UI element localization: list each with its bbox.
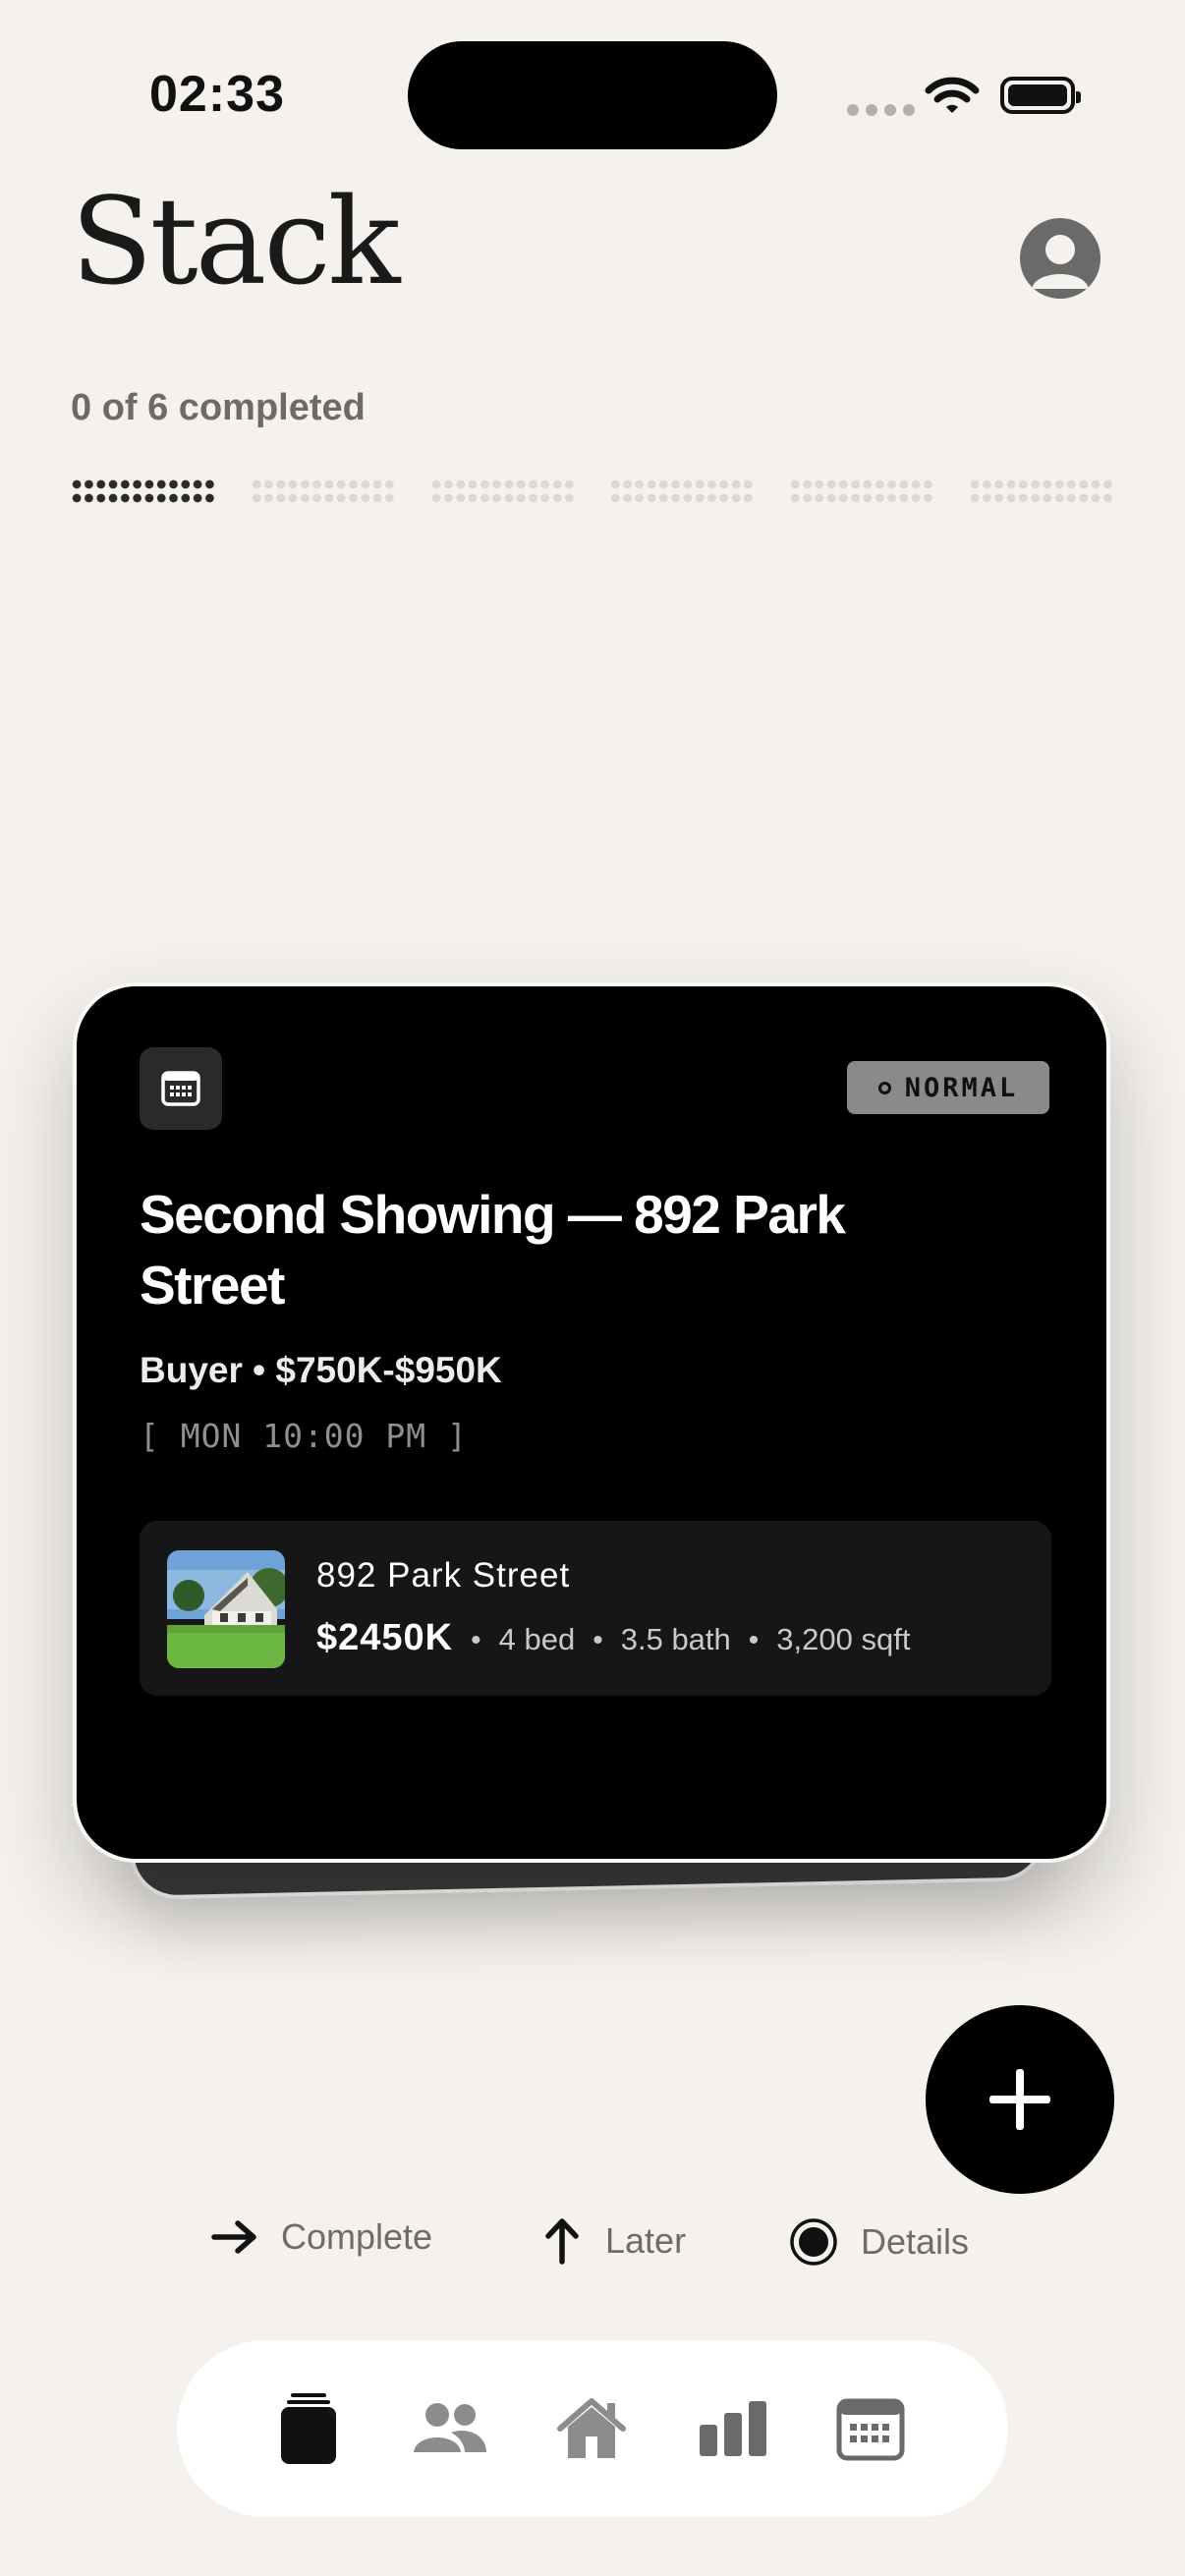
hint-details-label: Details <box>861 2221 970 2262</box>
property-row[interactable]: 892 Park Street $2450K • 4 bed • 3.5 bat… <box>140 1521 1051 1696</box>
property-beds: 4 bed <box>498 1622 576 1656</box>
calendar-icon <box>836 2398 905 2461</box>
task-card[interactable]: NORMAL Second Showing — 892 Park Street … <box>73 982 1110 1863</box>
house-icon <box>557 2398 626 2458</box>
cellular-signal-icon <box>847 104 915 116</box>
people-icon <box>414 2403 486 2452</box>
property-sqft: 3,200 sqft <box>776 1622 911 1656</box>
arrow-right-icon <box>211 2220 256 2254</box>
arrow-up-icon <box>545 2218 579 2265</box>
progress-segment-6 <box>968 477 1114 505</box>
bar-chart-icon <box>700 2401 766 2456</box>
separator-dot: • <box>748 1624 760 1656</box>
tab-stats[interactable] <box>684 2380 782 2478</box>
progress-segment-2 <box>250 477 396 505</box>
priority-badge: NORMAL <box>847 1061 1049 1114</box>
circle-icon <box>877 1081 891 1094</box>
page-title: Stack <box>71 172 401 311</box>
property-name: 892 Park Street <box>316 1556 571 1595</box>
card-time: [ MON 10:00 PM ] <box>140 1417 468 1455</box>
tab-home[interactable] <box>542 2380 641 2478</box>
battery-icon <box>1000 77 1081 114</box>
property-meta: $2450K • 4 bed • 3.5 bath • 3,200 sqft <box>316 1617 910 1659</box>
tab-bar <box>177 2340 1008 2517</box>
calendar-icon <box>140 1047 222 1130</box>
profile-avatar-button[interactable] <box>1020 218 1100 299</box>
priority-label: NORMAL <box>904 1072 1019 1103</box>
tap-circle-icon <box>790 2218 837 2266</box>
property-baths: 3.5 bath <box>620 1622 731 1656</box>
property-thumbnail <box>167 1550 285 1668</box>
hint-details: Details <box>788 2216 969 2268</box>
separator-dot: • <box>471 1624 481 1656</box>
progress-segment-4 <box>609 477 756 505</box>
property-price: $2450K <box>316 1617 454 1658</box>
person-icon <box>1032 235 1089 289</box>
progress-segment-3 <box>429 477 576 505</box>
tab-stack[interactable] <box>259 2380 358 2478</box>
hint-complete: Complete <box>210 2216 432 2258</box>
progress-segments <box>71 477 1114 505</box>
hint-complete-label: Complete <box>281 2216 433 2257</box>
hint-later-label: Later <box>605 2220 687 2261</box>
progress-segment-5 <box>789 477 935 505</box>
hint-later: Later <box>540 2216 686 2266</box>
progress-text: 0 of 6 completed <box>71 387 366 428</box>
card-subtitle: Buyer • $750K-$950K <box>140 1350 502 1390</box>
wifi-icon <box>925 77 980 121</box>
separator-dot: • <box>592 1624 603 1656</box>
status-time: 02:33 <box>149 66 285 123</box>
add-button[interactable] <box>926 2005 1114 2194</box>
card-title: Second Showing — 892 Park Street <box>140 1184 846 1316</box>
tab-calendar[interactable] <box>821 2380 920 2478</box>
progress-segment-1 <box>71 477 216 505</box>
plus-icon <box>989 2069 1050 2130</box>
tab-people[interactable] <box>401 2380 499 2478</box>
stack-icon <box>281 2393 336 2464</box>
dynamic-island <box>408 41 777 149</box>
